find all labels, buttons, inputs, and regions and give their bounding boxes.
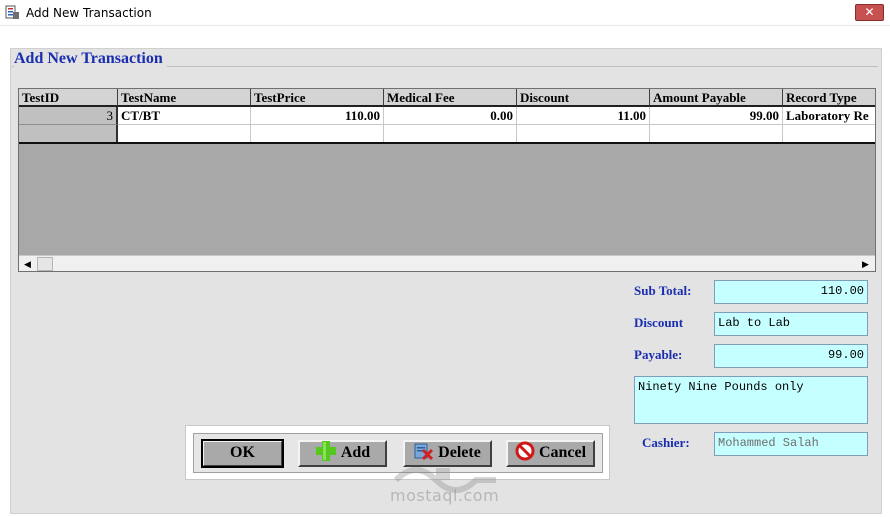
- subtotal-label: Sub Total:: [634, 283, 692, 298]
- cancel-button[interactable]: Cancel: [506, 440, 595, 467]
- ok-label: OK: [230, 444, 255, 461]
- column-header-testid[interactable]: TestID: [19, 89, 118, 107]
- cell-testname-new[interactable]: [118, 125, 251, 143]
- scroll-left-icon[interactable]: ◀: [19, 256, 36, 271]
- ok-button[interactable]: OK: [201, 439, 284, 468]
- cashier-field: Mohammed Salah: [714, 432, 868, 456]
- transactions-grid[interactable]: TestID TestName TestPrice Medical Fee Di…: [18, 88, 876, 272]
- cell-discount-new[interactable]: [517, 125, 650, 143]
- cell-record-type[interactable]: Laboratory Re: [783, 107, 875, 125]
- close-icon: ✕: [864, 5, 875, 19]
- delete-button[interactable]: Delete: [403, 440, 492, 467]
- discount-label: Discount: [634, 315, 684, 330]
- title-bar: Add New Transaction ✕: [0, 0, 890, 26]
- cell-testprice[interactable]: 110.00: [251, 107, 384, 125]
- group-legend: Add New Transaction: [14, 50, 167, 68]
- column-header-testprice[interactable]: TestPrice: [251, 89, 384, 107]
- cancel-label: Cancel: [538, 444, 587, 461]
- column-header-record-type[interactable]: Record Type: [783, 89, 875, 107]
- cashier-label: Cashier:: [642, 435, 690, 450]
- watermark-text: mostaql.com: [390, 486, 500, 505]
- app-icon: [5, 5, 19, 19]
- payable-label: Payable:: [634, 347, 683, 362]
- delete-label: Delete: [438, 444, 481, 461]
- cell-testid-new[interactable]: [19, 125, 118, 143]
- scroll-thumb[interactable]: [37, 257, 53, 271]
- cell-amount-payable[interactable]: 99.00: [650, 107, 783, 125]
- amount-in-words-field[interactable]: Ninety Nine Pounds only: [634, 376, 868, 424]
- cell-testprice-new[interactable]: [251, 125, 384, 143]
- column-header-testname[interactable]: TestName: [118, 89, 251, 107]
- cell-amount-payable-new[interactable]: [650, 125, 783, 143]
- cell-testid[interactable]: 3: [19, 107, 118, 125]
- add-label: Add: [340, 444, 371, 461]
- column-header-medical-fee[interactable]: Medical Fee: [384, 89, 517, 107]
- subtotal-field[interactable]: 110.00: [714, 280, 868, 304]
- plus-icon: [315, 441, 336, 462]
- grid-row-divider: [19, 142, 875, 144]
- scroll-right-icon[interactable]: ▶: [857, 256, 874, 271]
- discount-field[interactable]: Lab to Lab: [714, 312, 868, 336]
- cell-testname[interactable]: CT/BT: [118, 107, 251, 125]
- payable-field[interactable]: 99.00: [714, 344, 868, 368]
- column-header-amount-payable[interactable]: Amount Payable: [650, 89, 783, 107]
- window-title: Add New Transaction: [26, 6, 152, 20]
- cell-medical-fee[interactable]: 0.00: [384, 107, 517, 125]
- cell-medical-fee-new[interactable]: [384, 125, 517, 143]
- cell-discount[interactable]: 11.00: [517, 107, 650, 125]
- add-button[interactable]: Add: [298, 440, 387, 467]
- column-header-discount[interactable]: Discount: [517, 89, 650, 107]
- horizontal-scrollbar[interactable]: ◀ ▶: [19, 255, 875, 271]
- close-button[interactable]: ✕: [855, 4, 884, 21]
- cell-record-type-new[interactable]: [783, 125, 875, 143]
- cancel-icon: [515, 441, 535, 461]
- delete-icon: [414, 443, 434, 461]
